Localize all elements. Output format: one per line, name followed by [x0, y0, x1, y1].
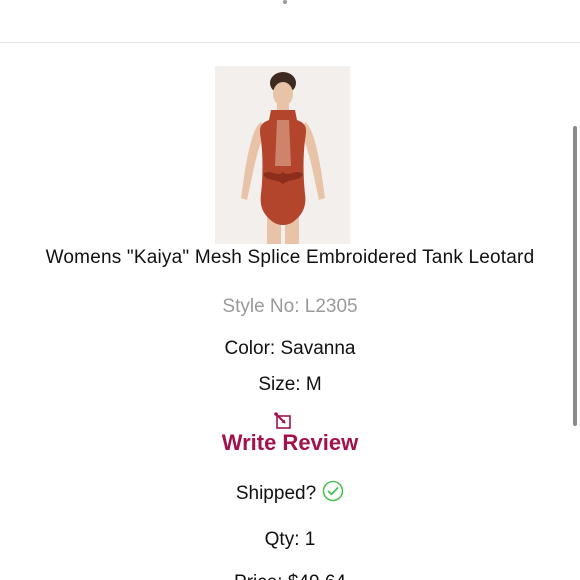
product-quantity: Qty: 1	[264, 529, 316, 550]
check-circle-icon	[322, 480, 344, 502]
write-review-link[interactable]: Write Review	[0, 430, 580, 456]
product-image[interactable]	[215, 66, 350, 244]
leotard-model-image	[215, 66, 350, 244]
style-number: Style No: L2305	[222, 296, 358, 317]
top-bar	[0, 0, 580, 43]
top-bar-indicator	[283, 0, 287, 4]
edit-icon[interactable]	[272, 411, 294, 431]
order-item-page: Womens "Kaiya" Mesh Splice Embroidered T…	[0, 0, 580, 580]
shipped-label: Shipped?	[235, 483, 317, 504]
product-price: Price: $49.64	[0, 572, 580, 580]
shipped-status: Shipped?	[0, 480, 580, 505]
product-title: Womens "Kaiya" Mesh Splice Embroidered T…	[45, 247, 535, 268]
product-color: Color: Savanna	[224, 338, 356, 359]
product-size: Size: M	[258, 374, 322, 395]
